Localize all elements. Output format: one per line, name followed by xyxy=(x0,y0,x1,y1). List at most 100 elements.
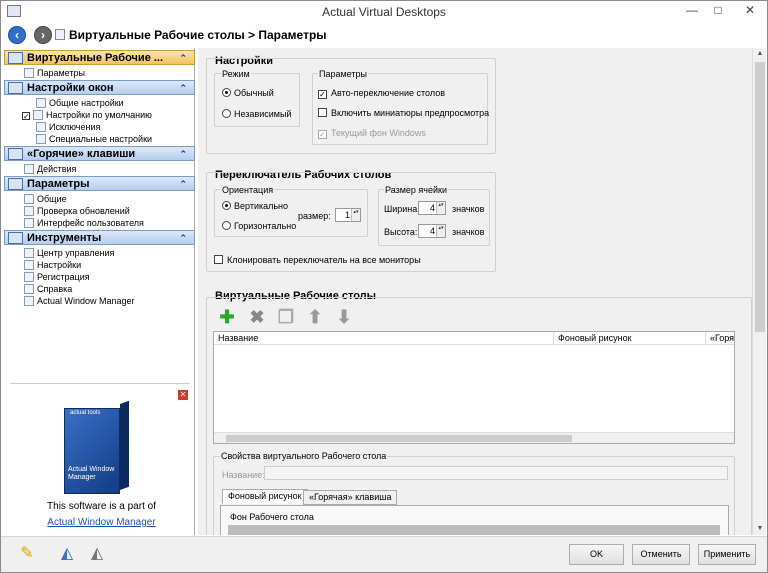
scrollbar-thumb[interactable] xyxy=(226,435,572,442)
sidebar-section-options[interactable]: Параметры ⌃ xyxy=(4,176,195,191)
move-down-icon[interactable]: ⬇ xyxy=(335,308,353,326)
collapse-icon[interactable]: ⌃ xyxy=(179,231,187,246)
sidebar-item-general[interactable]: Общие xyxy=(24,193,67,205)
sidebar-section-hotkeys[interactable]: «Горячие» клавиши ⌃ xyxy=(4,146,195,161)
desktop-name-input[interactable] xyxy=(264,466,728,480)
width-label: Ширина: xyxy=(384,204,420,214)
sidebar-item-actual-window-manager[interactable]: Actual Window Manager xyxy=(24,295,135,307)
height-units: значков xyxy=(452,227,485,237)
breadcrumb-text: Виртуальные Рабочие столы > Параметры xyxy=(69,28,327,42)
radio-selected-icon[interactable] xyxy=(222,201,231,210)
collapse-icon[interactable]: ⌃ xyxy=(179,147,187,162)
mode-independent-radio[interactable]: Независимый xyxy=(222,109,291,119)
help-icon[interactable]: ✎ xyxy=(15,543,39,565)
radio-selected-icon[interactable] xyxy=(222,88,231,97)
collapse-icon[interactable]: ⌃ xyxy=(179,51,187,66)
sidebar-item-label: Интерфейс пользователя xyxy=(37,218,144,228)
mode-normal-radio[interactable]: Обычный xyxy=(222,88,274,98)
column-hotkey[interactable]: «Горяч xyxy=(706,332,734,345)
checkbox-icon[interactable] xyxy=(318,108,327,117)
sidebar-item-update-check[interactable]: Проверка обновлений xyxy=(24,205,130,217)
sidebar-item-label: Справка xyxy=(37,284,73,294)
mode-group-title: Режим xyxy=(221,69,251,79)
app-icon xyxy=(7,5,21,17)
sidebar-section-tools[interactable]: Инструменты ⌃ xyxy=(4,230,195,245)
copy-desktop-icon[interactable]: ❐ xyxy=(277,308,295,326)
sidebar-item-exclusions[interactable]: Исключения xyxy=(36,121,100,133)
settings-icon xyxy=(36,98,46,108)
maximize-button[interactable]: □ xyxy=(707,3,729,19)
sidebar-item-special-settings[interactable]: Специальные настройки xyxy=(36,133,152,145)
forward-arrow-icon[interactable]: › xyxy=(34,26,52,44)
width-stepper[interactable]: 4 xyxy=(418,201,446,215)
tab-background[interactable]: Фоновый рисунок xyxy=(222,489,308,504)
sidebar-item-registration[interactable]: Регистрация xyxy=(24,271,90,283)
promo-link[interactable]: Actual Window Manager xyxy=(4,517,199,528)
delete-desktop-icon[interactable]: ✖ xyxy=(248,308,266,326)
sidebar-section-window-settings[interactable]: Настройки окон ⌃ xyxy=(4,80,195,95)
tab-hotkey[interactable]: «Горячая» клавиша xyxy=(303,490,398,505)
section-title: Параметры xyxy=(27,178,90,190)
current-bg-checkbox: ✓ Текущий фон Windows xyxy=(318,128,426,139)
horizontal-scrollbar[interactable] xyxy=(214,432,734,443)
promo-text: This software is a part of xyxy=(47,501,156,512)
section-title: Инструменты xyxy=(27,232,102,244)
sidebar-item-help[interactable]: Справка xyxy=(24,283,72,295)
apply-button[interactable]: Применить xyxy=(698,544,756,565)
height-stepper[interactable]: 4 xyxy=(418,224,446,238)
column-background[interactable]: Фоновый рисунок xyxy=(554,332,706,345)
radio-icon[interactable] xyxy=(222,221,231,230)
box-side xyxy=(120,400,129,490)
sidebar-item-actions[interactable]: Действия xyxy=(24,163,76,175)
clone-monitors-checkbox[interactable]: Клонировать переключатель на все монитор… xyxy=(214,255,421,265)
horizontal-radio[interactable]: Горизонтально xyxy=(222,221,296,231)
checkbox-checked-icon[interactable]: ✓ xyxy=(318,90,327,99)
checkbox-icon[interactable] xyxy=(214,255,223,264)
sidebar-item-label: Центр управления xyxy=(37,248,115,258)
sidebar-item-general-settings[interactable]: Общие настройки xyxy=(36,97,124,109)
ok-button[interactable]: OK xyxy=(569,544,624,565)
sidebar-section-virtual-desktops[interactable]: Виртуальные Рабочие ... ⌃ xyxy=(4,50,195,65)
switcher-tool-icon[interactable]: ◭ xyxy=(85,543,109,565)
main-content: Настройки Режим Обычный Независимый Пара… xyxy=(198,48,752,535)
auto-switch-checkbox[interactable]: ✓ Авто-переключение столов xyxy=(318,88,445,99)
desktops-icon xyxy=(8,52,23,64)
collapse-icon[interactable]: ⌃ xyxy=(179,81,187,96)
minimize-button[interactable]: — xyxy=(681,3,703,19)
collapse-icon[interactable]: ⌃ xyxy=(179,177,187,192)
back-arrow-icon[interactable]: ‹ xyxy=(8,26,26,44)
scroll-down-icon[interactable]: ▼ xyxy=(753,523,767,535)
column-name[interactable]: Название xyxy=(214,332,554,345)
vertical-radio[interactable]: Вертикально xyxy=(222,201,288,211)
cancel-button[interactable]: Отменить xyxy=(632,544,690,565)
checkbox-disabled-icon: ✓ xyxy=(318,130,327,139)
add-desktop-icon[interactable]: ✚ xyxy=(218,308,236,326)
cell-size-group-title: Размер ячейки xyxy=(384,185,448,195)
checkbox-checked-icon[interactable]: ✓ xyxy=(22,112,30,121)
sidebar-item-parameters[interactable]: Параметры xyxy=(24,67,85,79)
vertical-scrollbar[interactable]: ▲ ▼ xyxy=(752,48,766,535)
thumbnails-checkbox[interactable]: Включить миниатюры предпросмотра xyxy=(318,108,489,118)
sidebar-item-label: Общие настройки xyxy=(49,98,124,108)
move-up-icon[interactable]: ⬆ xyxy=(306,308,324,326)
checkbox-label: Авто-переключение столов xyxy=(331,88,446,98)
close-button[interactable]: ✕ xyxy=(739,3,761,19)
scroll-up-icon[interactable]: ▲ xyxy=(753,48,767,60)
divider xyxy=(10,383,190,384)
desktops-list[interactable]: Название Фоновый рисунок «Горяч xyxy=(213,331,735,444)
sidebar-item-control-center[interactable]: Центр управления xyxy=(24,247,114,259)
checkbox-label: Текущий фон Windows xyxy=(331,128,426,138)
scrollbar-thumb[interactable] xyxy=(755,62,765,332)
desktops-tool-icon[interactable]: ◭ xyxy=(55,543,79,565)
navigation-bar: ‹ › Виртуальные Рабочие столы > Параметр… xyxy=(1,23,767,47)
radio-icon[interactable] xyxy=(222,109,231,118)
exclusions-icon xyxy=(36,122,46,132)
size-stepper[interactable]: 1 xyxy=(335,208,361,222)
close-promo-icon[interactable]: ✕ xyxy=(178,390,188,400)
sidebar-item-default-settings[interactable]: ✓ Настройки по умолчанию xyxy=(22,109,152,121)
sidebar-item-settings[interactable]: Настройки xyxy=(24,259,81,271)
sidebar-item-label: Настройки xyxy=(37,260,82,270)
sidebar: Виртуальные Рабочие ... ⌃ Параметры Настр… xyxy=(4,48,195,535)
section-title: Виртуальные Рабочие ... xyxy=(27,52,164,64)
sidebar-item-user-interface[interactable]: Интерфейс пользователя xyxy=(24,217,144,229)
